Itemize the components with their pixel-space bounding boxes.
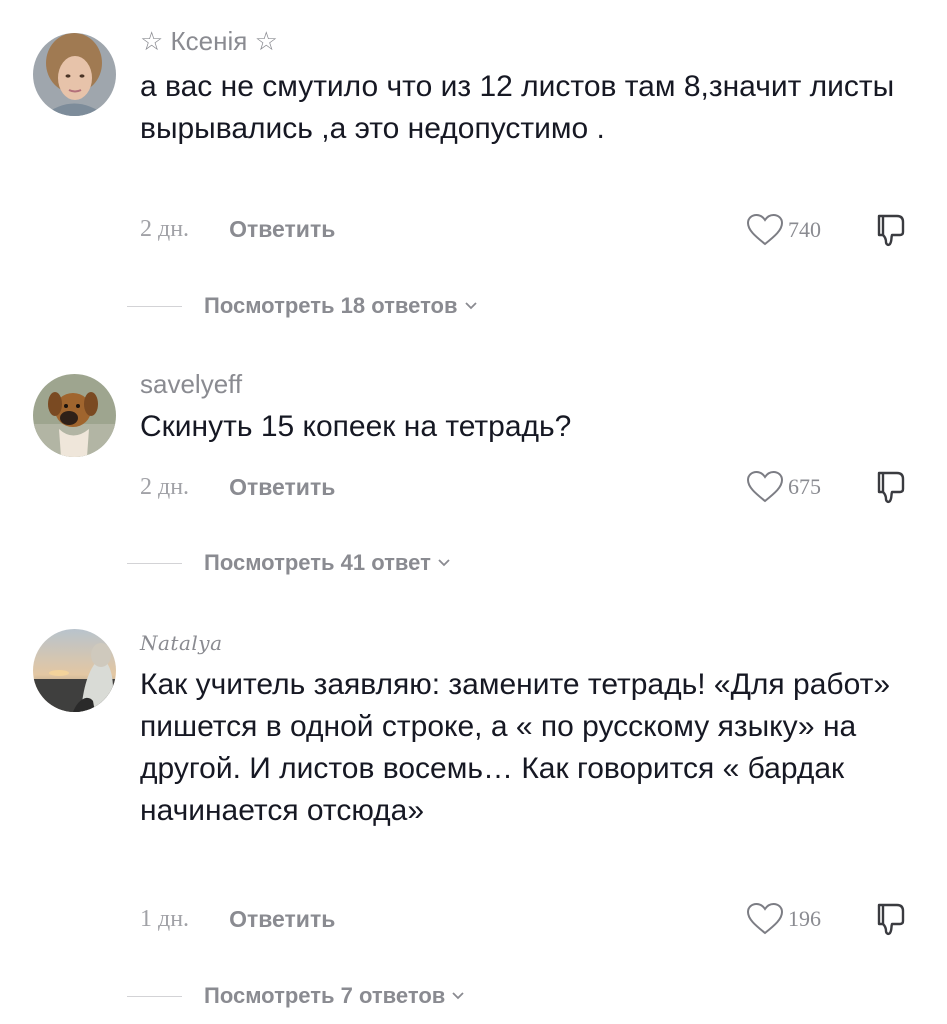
view-replies-label: Посмотреть 41 ответ xyxy=(204,550,431,575)
like-count: 675 xyxy=(788,474,821,499)
dislike-button[interactable] xyxy=(875,212,911,248)
like-button[interactable]: 740 xyxy=(745,213,821,247)
reply-button[interactable]: Ответить xyxy=(229,216,335,243)
thumbs-down-icon xyxy=(877,214,905,247)
avatar[interactable] xyxy=(33,374,116,457)
chevron-down-icon xyxy=(452,992,464,1000)
reply-button[interactable]: Ответить xyxy=(229,474,335,501)
comment-age: 2 дн. xyxy=(140,473,190,500)
comment-age: 2 дн. xyxy=(140,215,190,242)
view-replies-label: Посмотреть 18 ответов xyxy=(204,293,458,318)
heart-outline-icon xyxy=(746,213,784,246)
view-replies-link[interactable]: Посмотреть 7 ответов xyxy=(204,983,465,1009)
comment-username[interactable]: Natalya xyxy=(140,633,223,653)
dislike-button[interactable] xyxy=(875,901,911,937)
view-replies-link[interactable]: Посмотреть 18 ответов xyxy=(204,293,478,319)
replies-divider xyxy=(127,562,182,564)
comment-text: Как учитель заявляю: замените тетрадь! «… xyxy=(140,668,891,827)
comment-meta: 2 дн. Ответить xyxy=(140,214,335,244)
like-button[interactable]: 196 xyxy=(745,902,821,936)
comment-username[interactable]: ☆ Ксенія ☆ xyxy=(140,28,278,54)
comment-username[interactable]: savelyeff xyxy=(140,371,242,397)
view-replies-row: Посмотреть 18 ответов xyxy=(127,291,478,321)
replies-divider xyxy=(127,995,182,997)
thumbs-down-icon xyxy=(877,903,905,936)
heart-outline-icon xyxy=(746,470,784,503)
chevron-down-icon xyxy=(438,559,450,567)
like-count: 740 xyxy=(788,217,821,242)
comment-age: 1 дн. xyxy=(140,905,190,932)
avatar[interactable] xyxy=(33,629,116,712)
comment-meta: 2 дн. Ответить xyxy=(140,472,335,502)
avatar[interactable] xyxy=(33,33,116,116)
comment-meta: 1 дн. Ответить xyxy=(140,904,335,934)
view-replies-label: Посмотреть 7 ответов xyxy=(204,983,446,1008)
heart-outline-icon xyxy=(746,902,784,935)
like-button[interactable]: 675 xyxy=(745,470,821,504)
comment-text: а вас не смутило что из 12 листов там 8,… xyxy=(140,70,895,145)
dislike-button[interactable] xyxy=(875,469,911,505)
comment-text: Скинуть 15 копеек на тетрадь? xyxy=(140,410,572,443)
reply-button[interactable]: Ответить xyxy=(229,906,335,933)
view-replies-row: Посмотреть 41 ответ xyxy=(127,548,451,578)
like-count: 196 xyxy=(788,906,821,931)
chevron-down-icon xyxy=(464,302,477,310)
view-replies-link[interactable]: Посмотреть 41 ответ xyxy=(204,550,451,576)
view-replies-row: Посмотреть 7 ответов xyxy=(127,981,465,1011)
replies-divider xyxy=(127,305,182,307)
thumbs-down-icon xyxy=(877,471,905,504)
